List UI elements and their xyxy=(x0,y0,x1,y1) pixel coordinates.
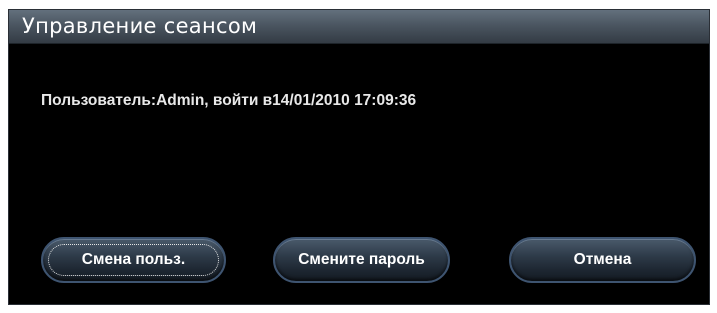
session-management-dialog: Управление сеансом Пользователь:Admin, в… xyxy=(8,9,710,305)
dialog-title: Управление сеансом xyxy=(22,14,258,38)
switch-user-button-label: Смена польз. xyxy=(81,251,186,268)
cancel-button[interactable]: Отмена xyxy=(509,237,696,283)
cancel-button-label: Отмена xyxy=(573,251,632,268)
change-password-button-label: Смените пароль xyxy=(298,251,425,268)
change-password-button[interactable]: Смените пароль xyxy=(273,237,450,283)
dialog-titlebar[interactable]: Управление сеансом xyxy=(9,10,709,44)
switch-user-button[interactable]: Смена польз. xyxy=(41,237,226,283)
session-info-text: Пользователь:Admin, войти в14/01/2010 17… xyxy=(41,92,417,109)
